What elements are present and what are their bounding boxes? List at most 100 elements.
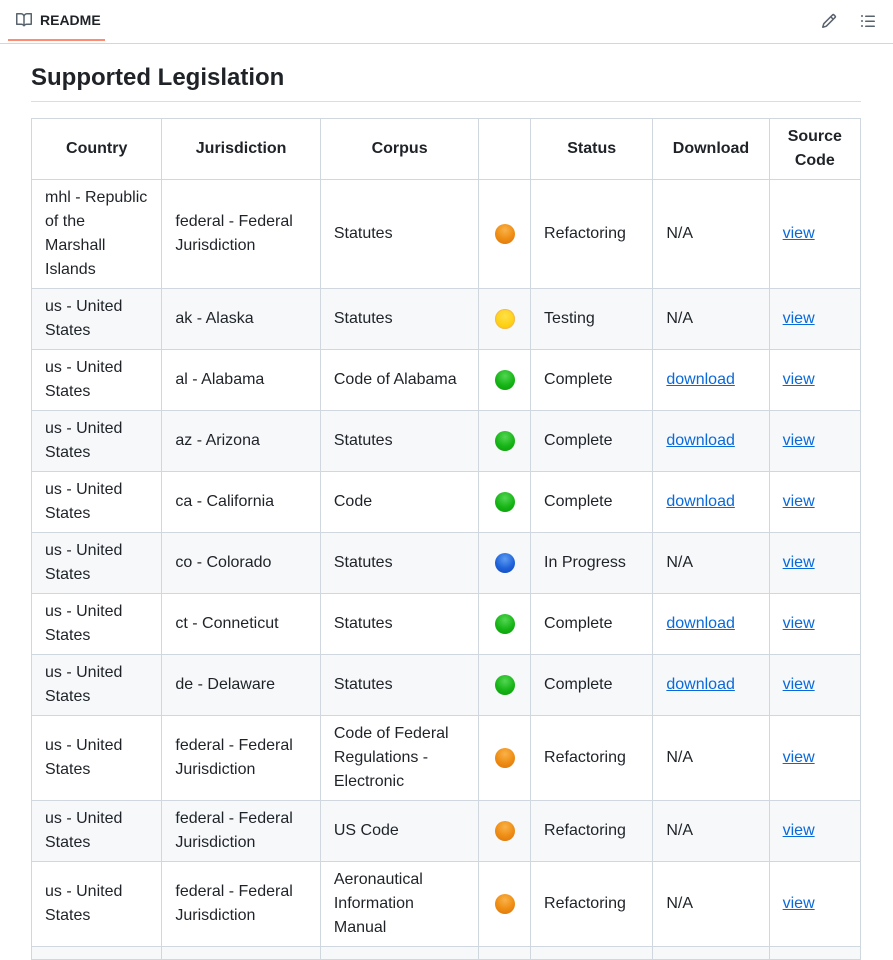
cell-download: N/A (652, 715, 770, 801)
cell-country: us - United States (30, 410, 163, 472)
cell-corpus: Statutes (319, 288, 480, 350)
table-row: us - United States federal - Federal Juri… (30, 800, 862, 862)
cell-country: us - United States (30, 715, 163, 801)
cell-jurisdiction: co - Colorado (161, 532, 321, 594)
cell-status: Complete (530, 349, 654, 411)
cell-status: Refactoring (530, 800, 654, 862)
orange-circle-icon (494, 223, 515, 244)
cell-corpus: Code (319, 471, 480, 533)
table-row: us - United States de - Delaware Statutes C… (30, 654, 862, 716)
view-source-link[interactable]: view (783, 432, 815, 449)
header-indicator (478, 118, 532, 180)
cell-corpus (319, 946, 480, 960)
cell-corpus: Statutes (319, 654, 480, 716)
cell-source-code: view (768, 654, 862, 716)
table-header-row: Country Jurisdiction Corpus Status Downl… (30, 118, 862, 180)
cell-indicator (478, 349, 532, 411)
cell-status: In Progress (530, 532, 654, 594)
cell-source-code: view (768, 715, 862, 801)
blue-circle-icon (494, 552, 515, 573)
cell-country: us - United States (30, 861, 163, 947)
view-source-link[interactable]: view (783, 310, 815, 327)
orange-circle-icon (494, 820, 515, 841)
header-source-code: Source Code (768, 118, 862, 180)
table-row: us - United States ct - Conneticut Statute… (30, 593, 862, 655)
cell-jurisdiction: ca - California (161, 471, 321, 533)
cell-indicator (478, 800, 532, 862)
view-source-link[interactable]: view (783, 749, 815, 766)
table-row: us - United States ca - California Code Com… (30, 471, 862, 533)
cell-status: Refactoring (530, 179, 654, 289)
cell-status (530, 946, 654, 960)
green-circle-icon (494, 430, 515, 451)
cell-country (30, 946, 163, 960)
cell-indicator (478, 532, 532, 594)
table-row: us - United States federal - Federal Juri… (30, 861, 862, 947)
cell-country: us - United States (30, 349, 163, 411)
legislation-table: Country Jurisdiction Corpus Status Downl… (30, 118, 862, 960)
orange-circle-icon (494, 893, 515, 914)
tab-readme-label: README (40, 11, 101, 28)
download-link[interactable]: download (666, 371, 735, 388)
outline-button[interactable] (858, 11, 878, 31)
download-link[interactable]: download (666, 493, 735, 510)
download-link[interactable]: download (666, 615, 735, 632)
view-source-link[interactable]: view (783, 225, 815, 242)
cell-status: Complete (530, 593, 654, 655)
view-source-link[interactable]: view (783, 371, 815, 388)
cell-download: download (652, 349, 770, 411)
cell-corpus: Statutes (319, 532, 480, 594)
cell-jurisdiction: ak - Alaska (161, 288, 321, 350)
header-download: Download (652, 118, 770, 180)
view-source-link[interactable]: view (783, 554, 815, 571)
header-status: Status (530, 118, 654, 180)
edit-button[interactable] (819, 11, 839, 31)
readme-content: Supported Legislation Country Jurisdicti… (0, 63, 893, 960)
table-body: mhl - Republic of the Marshall Islands fe… (30, 179, 862, 960)
cell-source-code: view (768, 800, 862, 862)
cell-download: N/A (652, 288, 770, 350)
view-source-link[interactable]: view (783, 493, 815, 510)
table-row: us - United States federal - Federal Juri… (30, 715, 862, 801)
tab-readme[interactable]: README (8, 0, 105, 41)
download-link[interactable]: download (666, 676, 735, 693)
book-icon (16, 12, 32, 26)
cell-status: Complete (530, 654, 654, 716)
cell-corpus: Aeronautical Information Manual (319, 861, 480, 947)
table-row: us - United States al - Alabama Code of Al… (30, 349, 862, 411)
yellow-circle-icon (494, 308, 515, 329)
cell-jurisdiction: ct - Conneticut (161, 593, 321, 655)
cell-status: Testing (530, 288, 654, 350)
cell-download: N/A (652, 179, 770, 289)
cell-download: N/A (652, 800, 770, 862)
cell-status: Complete (530, 471, 654, 533)
cell-country: mhl - Republic of the Marshall Islands (30, 179, 163, 289)
cell-source-code: view (768, 532, 862, 594)
table-row: us - United States co - Colorado Statutes I… (30, 532, 862, 594)
cell-jurisdiction (161, 946, 321, 960)
cell-country: us - United States (30, 654, 163, 716)
cell-corpus: US Code (319, 800, 480, 862)
cell-source-code: view (768, 593, 862, 655)
cell-corpus: Code of Federal Regulations - Electronic (319, 715, 480, 801)
cell-country: us - United States (30, 532, 163, 594)
cell-status: Refactoring (530, 861, 654, 947)
view-source-link[interactable]: view (783, 676, 815, 693)
cell-download: download (652, 471, 770, 533)
green-circle-icon (494, 369, 515, 390)
cell-source-code (768, 946, 862, 960)
cell-corpus: Statutes (319, 410, 480, 472)
view-source-link[interactable]: view (783, 615, 815, 632)
cell-indicator (478, 593, 532, 655)
cell-source-code: view (768, 349, 862, 411)
pencil-icon (821, 13, 837, 29)
cell-jurisdiction: de - Delaware (161, 654, 321, 716)
list-icon (861, 15, 875, 27)
table-row: us - United States az - Arizona Statutes Co… (30, 410, 862, 472)
cell-status: Refactoring (530, 715, 654, 801)
header-country: Country (30, 118, 163, 180)
download-link[interactable]: download (666, 432, 735, 449)
green-circle-icon (494, 674, 515, 695)
cell-country: us - United States (30, 471, 163, 533)
view-source-link[interactable]: view (783, 822, 815, 839)
